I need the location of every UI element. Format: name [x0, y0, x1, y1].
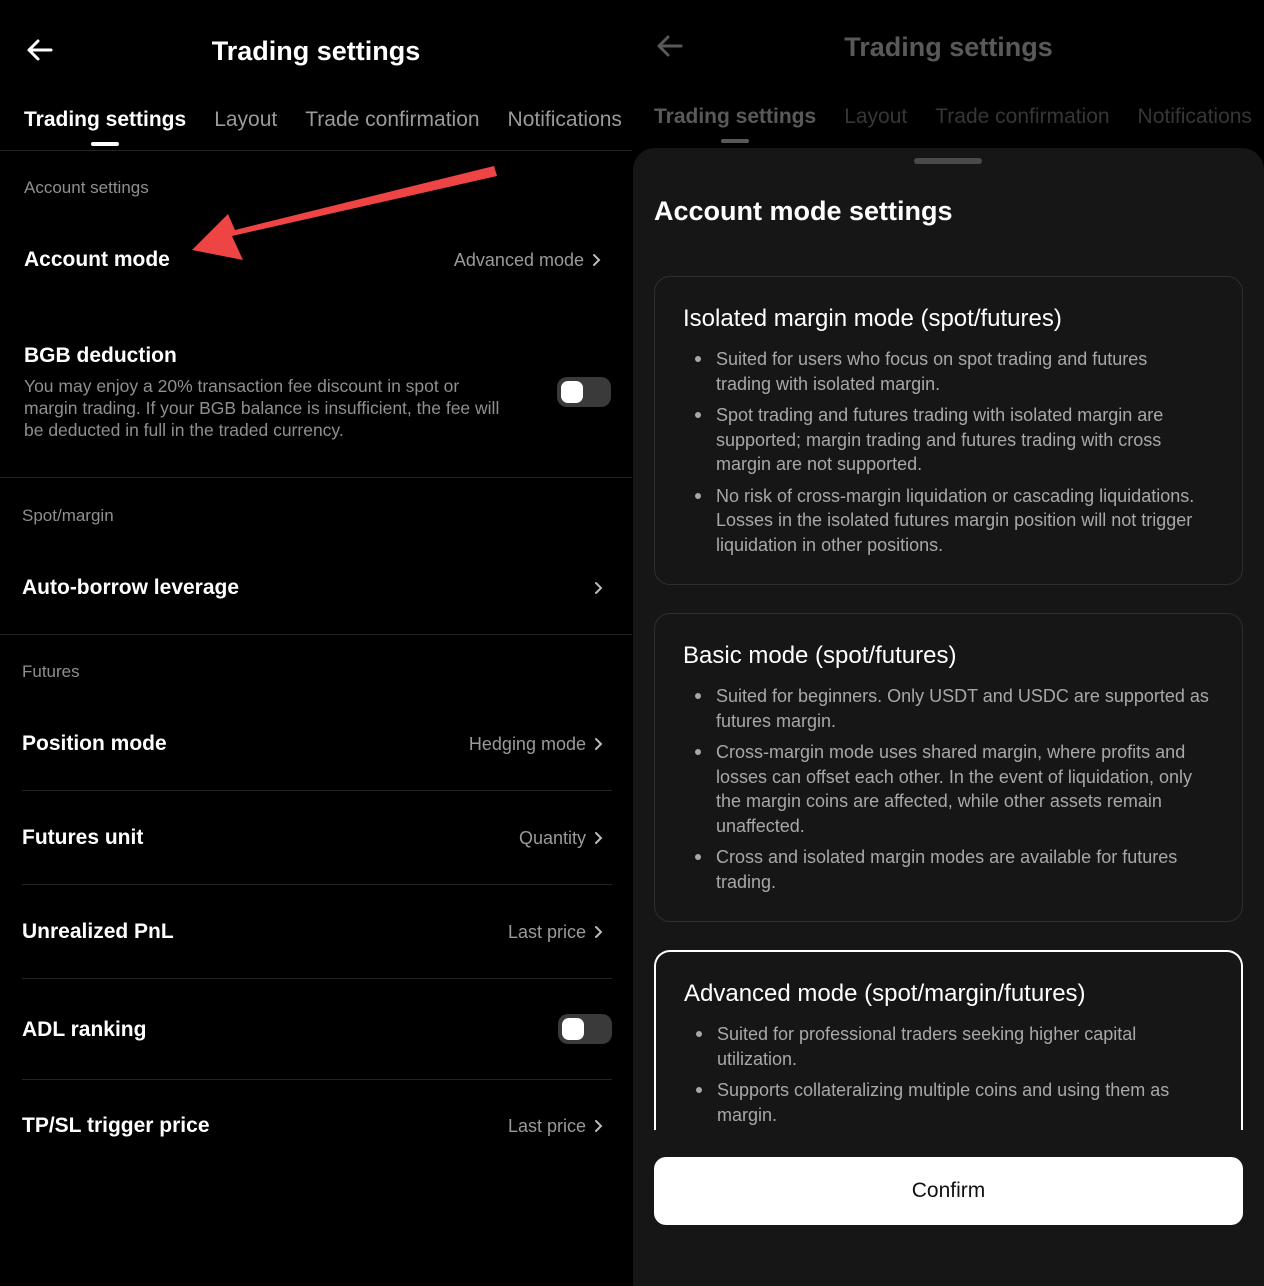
tab-trading-settings[interactable]: Trading settings — [24, 108, 186, 146]
sheet-title: Account mode settings — [654, 196, 953, 226]
bullet-item: Suited for beginners. Only USDT and USDC… — [683, 684, 1214, 733]
mode-card-list[interactable]: Isolated margin mode (spot/futures) Suit… — [633, 274, 1264, 1130]
tab-bar: Trading settings Layout Trade confirmati… — [0, 108, 632, 146]
tab-trading-settings: Trading settings — [654, 105, 817, 143]
section-divider — [0, 634, 632, 635]
bgb-deduction-description: You may enjoy a 20% transaction fee disc… — [24, 375, 544, 441]
bullet-item: No risk of cross-margin liquidation or c… — [683, 484, 1214, 558]
tab-trade-confirmation: Trade confirmation — [935, 105, 1110, 128]
card-bullets: Suited for users who focus on spot tradi… — [683, 347, 1214, 557]
tab-trade-confirmation[interactable]: Trade confirmation — [305, 108, 479, 132]
bullet-item: Suited for professional traders seeking … — [684, 1022, 1213, 1071]
section-label-spot-margin: Spot/margin — [22, 506, 114, 525]
futures-unit-title: Futures unit — [22, 826, 144, 849]
position-mode-value: Hedging mode — [468, 733, 586, 754]
account-mode-title: Account mode — [24, 248, 170, 271]
tab-bar: Trading settings Layout Trade confirmati… — [633, 105, 1264, 143]
position-mode-row[interactable]: Position mode Hedging mode — [0, 714, 632, 774]
row-divider — [22, 1079, 612, 1080]
account-mode-row[interactable]: Account mode Advanced mode — [0, 230, 632, 290]
account-mode-settings-screen: Trading settings Trading settings Layout… — [633, 0, 1264, 1286]
tpsl-trigger-price-title: TP/SL trigger price — [22, 1114, 210, 1137]
chevron-right-icon — [592, 737, 606, 751]
auto-borrow-leverage-row[interactable]: Auto-borrow leverage — [0, 558, 632, 618]
futures-unit-value: Quantity — [518, 827, 586, 848]
row-divider — [22, 978, 612, 979]
toggle-knob — [561, 381, 583, 403]
tab-notifications[interactable]: Notifications — [508, 108, 622, 132]
tab-layout: Layout — [844, 105, 908, 128]
bullet-item: Cross-margin mode uses shared margin, wh… — [683, 740, 1214, 838]
confirm-button[interactable]: Confirm — [654, 1157, 1243, 1225]
unrealized-pnl-value: Last price — [507, 921, 586, 942]
bgb-deduction-toggle[interactable] — [557, 377, 611, 407]
futures-unit-row[interactable]: Futures unit Quantity — [0, 808, 632, 868]
basic-mode-card[interactable]: Basic mode (spot/futures) Suited for beg… — [654, 613, 1243, 922]
card-title: Basic mode (spot/futures) — [683, 642, 957, 669]
tpsl-trigger-price-value: Last price — [507, 1115, 586, 1136]
row-divider — [22, 790, 612, 791]
sheet-grabber[interactable] — [914, 158, 982, 164]
card-title: Advanced mode (spot/margin/futures) — [684, 980, 1086, 1007]
advanced-mode-card[interactable]: Advanced mode (spot/margin/futures) Suit… — [654, 950, 1243, 1130]
bullet-item: Supports collateralizing multiple coins … — [684, 1078, 1213, 1127]
card-title: Isolated margin mode (spot/futures) — [683, 305, 1062, 332]
trading-settings-screen: Trading settings Trading settings Layout… — [0, 0, 632, 1286]
adl-ranking-toggle[interactable] — [558, 1014, 612, 1044]
page-title: Trading settings — [211, 36, 421, 66]
bgb-desc-line: be deducted in full in the traded curren… — [24, 420, 344, 440]
tab-notifications: Notifications — [1137, 105, 1252, 128]
chevron-right-icon — [592, 1119, 606, 1133]
auto-borrow-leverage-title: Auto-borrow leverage — [22, 576, 240, 599]
chevron-right-icon — [590, 253, 604, 267]
bgb-deduction-title: BGB deduction — [24, 344, 177, 367]
unrealized-pnl-title: Unrealized PnL — [22, 920, 174, 943]
section-divider — [0, 477, 632, 478]
position-mode-title: Position mode — [22, 732, 167, 755]
unrealized-pnl-row[interactable]: Unrealized PnL Last price — [0, 902, 632, 962]
chevron-right-icon — [592, 581, 606, 595]
chevron-right-icon — [592, 925, 606, 939]
card-bullets: Suited for professional traders seeking … — [684, 1022, 1213, 1127]
bgb-desc-line: margin trading. If your BGB balance is i… — [24, 398, 500, 418]
section-label-account-settings: Account settings — [24, 178, 149, 197]
bullet-item: Cross and isolated margin modes are avai… — [683, 845, 1214, 894]
bgb-desc-line: You may enjoy a 20% transaction fee disc… — [24, 376, 460, 396]
tab-divider — [0, 150, 632, 151]
isolated-margin-mode-card[interactable]: Isolated margin mode (spot/futures) Suit… — [654, 276, 1243, 585]
account-mode-value: Advanced mode — [453, 249, 584, 270]
bullet-item: Spot trading and futures trading with is… — [683, 403, 1214, 477]
bullet-item: Suited for users who focus on spot tradi… — [683, 347, 1214, 396]
page-title: Trading settings — [844, 32, 1053, 62]
tab-layout[interactable]: Layout — [214, 108, 277, 132]
row-divider — [22, 884, 612, 885]
adl-ranking-title: ADL ranking — [22, 1018, 147, 1041]
bottom-sheet: Account mode settings Isolated margin mo… — [633, 148, 1264, 1286]
toggle-knob — [562, 1018, 584, 1040]
section-label-futures: Futures — [22, 662, 80, 681]
chevron-right-icon — [592, 831, 606, 845]
adl-ranking-row: ADL ranking — [0, 1000, 632, 1060]
card-bullets: Suited for beginners. Only USDT and USDC… — [683, 684, 1214, 894]
tpsl-trigger-price-row[interactable]: TP/SL trigger price Last price — [0, 1096, 632, 1156]
